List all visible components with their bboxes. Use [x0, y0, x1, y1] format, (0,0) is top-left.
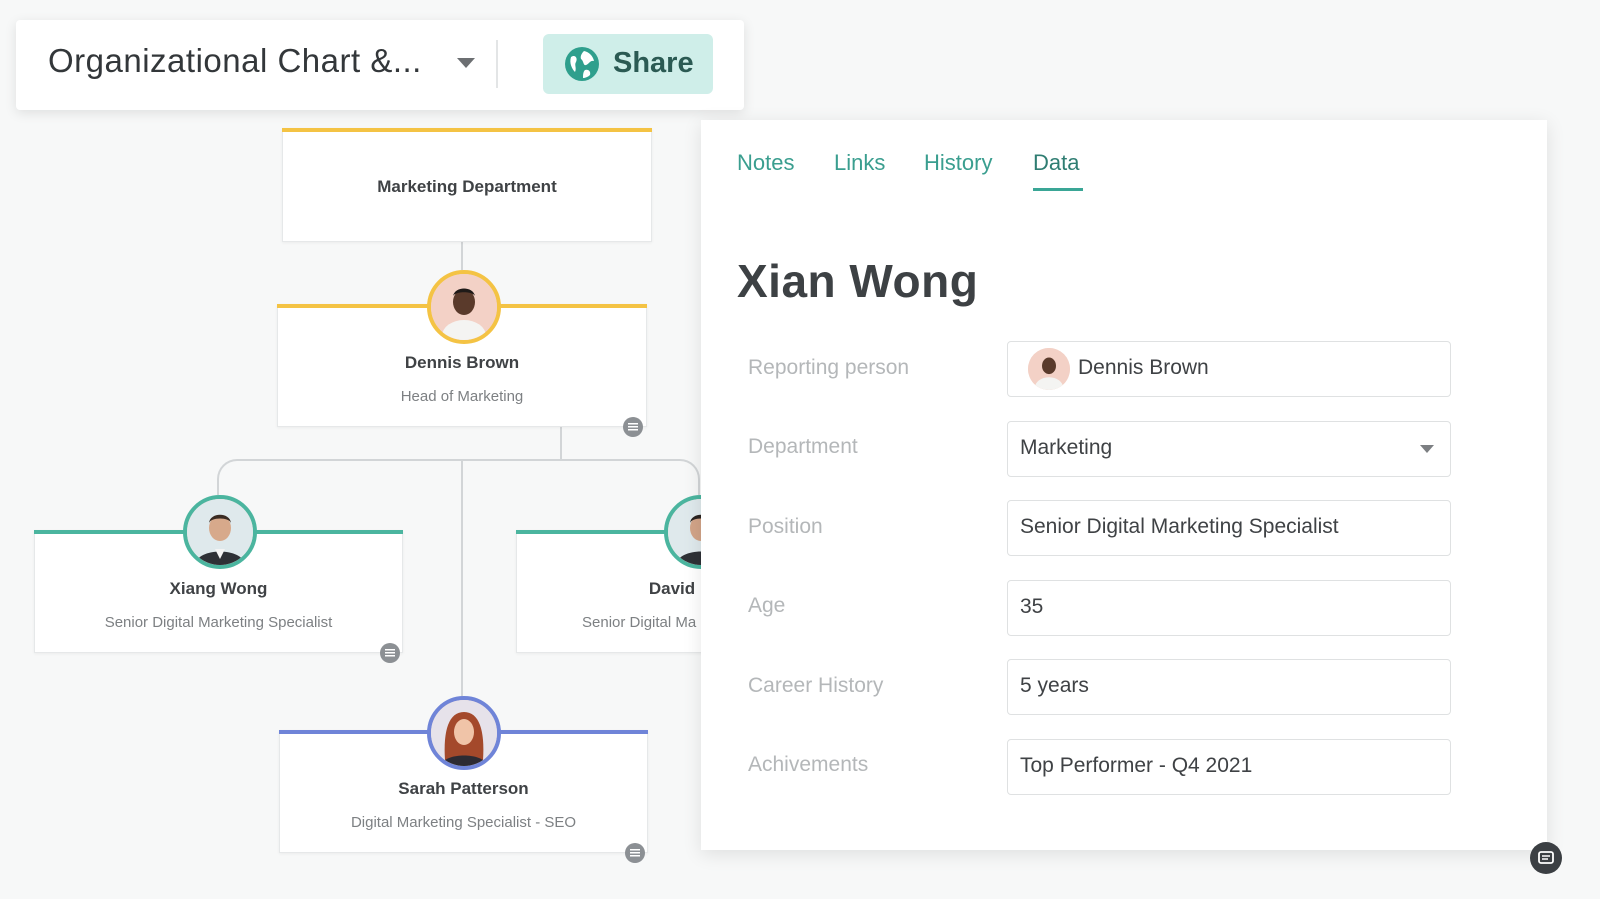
chevron-down-icon — [1420, 445, 1434, 453]
node-name: Xiang Wong — [169, 579, 268, 598]
node-name: David — [648, 579, 696, 598]
node-role: Senior Digital Ma — [582, 614, 697, 631]
tab-links[interactable]: Links — [834, 150, 885, 176]
toolbar-divider — [496, 40, 498, 88]
share-label: Share — [613, 47, 694, 79]
connector — [672, 459, 700, 495]
position-field[interactable]: Senior Digital Marketing Specialist — [1007, 500, 1451, 556]
tab-history[interactable]: History — [924, 150, 992, 176]
reporting-person-field[interactable]: Dennis Brown — [1007, 341, 1451, 397]
achievements-value: Top Performer - Q4 2021 — [1020, 754, 1253, 777]
department-value: Marketing — [1020, 436, 1113, 459]
field-label: Age — [748, 594, 786, 617]
node-name: Dennis Brown — [404, 353, 520, 372]
career-history-field[interactable]: 5 years — [1007, 659, 1451, 715]
avatar[interactable] — [427, 696, 501, 770]
node-color-bar — [282, 128, 652, 132]
notes-icon[interactable] — [380, 643, 400, 663]
department-name: Marketing Department — [377, 177, 557, 196]
person-photo-icon — [187, 499, 253, 565]
person-photo-icon — [431, 700, 497, 766]
tab-notes[interactable]: Notes — [737, 150, 794, 176]
person-photo-icon — [431, 274, 497, 340]
connector — [237, 459, 680, 461]
top-toolbar: Organizational Chart &... Share — [16, 20, 744, 110]
tab-data[interactable]: Data — [1033, 150, 1079, 176]
connector — [217, 459, 237, 495]
node-name: Sarah Patterson — [398, 779, 529, 798]
reporting-person-value: Dennis Brown — [1078, 356, 1209, 379]
details-panel: Notes Links History Data Xian Wong Repor… — [701, 120, 1547, 850]
avatar — [1028, 348, 1070, 390]
achievements-field[interactable]: Top Performer - Q4 2021 — [1007, 739, 1451, 795]
connector — [461, 240, 463, 270]
avatar[interactable] — [183, 495, 257, 569]
department-select[interactable]: Marketing — [1007, 421, 1451, 477]
field-label: Reporting person — [748, 356, 910, 379]
node-role: Digital Marketing Specialist - SEO — [350, 814, 577, 831]
connector — [461, 459, 463, 697]
department-node[interactable]: Marketing Department — [282, 128, 652, 242]
chevron-down-icon[interactable] — [457, 58, 475, 68]
notes-icon[interactable] — [623, 417, 643, 437]
document-title[interactable]: Organizational Chart &... — [48, 42, 422, 80]
field-label: Position — [748, 515, 823, 538]
field-label: Achivements — [748, 753, 869, 776]
globe-icon — [565, 47, 599, 81]
connector — [560, 425, 562, 461]
org-chart-canvas[interactable]: Marketing Department Dennis Brown Head o… — [0, 118, 710, 899]
chat-icon — [1538, 851, 1554, 864]
career-history-value: 5 years — [1020, 674, 1089, 697]
feedback-icon[interactable] — [1530, 842, 1562, 874]
age-field[interactable]: 35 — [1007, 580, 1451, 636]
age-value: 35 — [1020, 595, 1044, 618]
notes-icon[interactable] — [625, 843, 645, 863]
field-label: Department — [748, 435, 858, 458]
node-role: Senior Digital Marketing Specialist — [104, 614, 333, 631]
position-value: Senior Digital Marketing Specialist — [1020, 515, 1339, 538]
active-tab-indicator — [1033, 188, 1083, 191]
node-role: Head of Marketing — [400, 388, 524, 405]
field-label: Career History — [748, 674, 884, 697]
person-photo-icon — [1028, 348, 1070, 390]
person-name-heading: Xian Wong — [737, 255, 979, 307]
share-button[interactable]: Share — [543, 34, 713, 94]
avatar[interactable] — [427, 270, 501, 344]
